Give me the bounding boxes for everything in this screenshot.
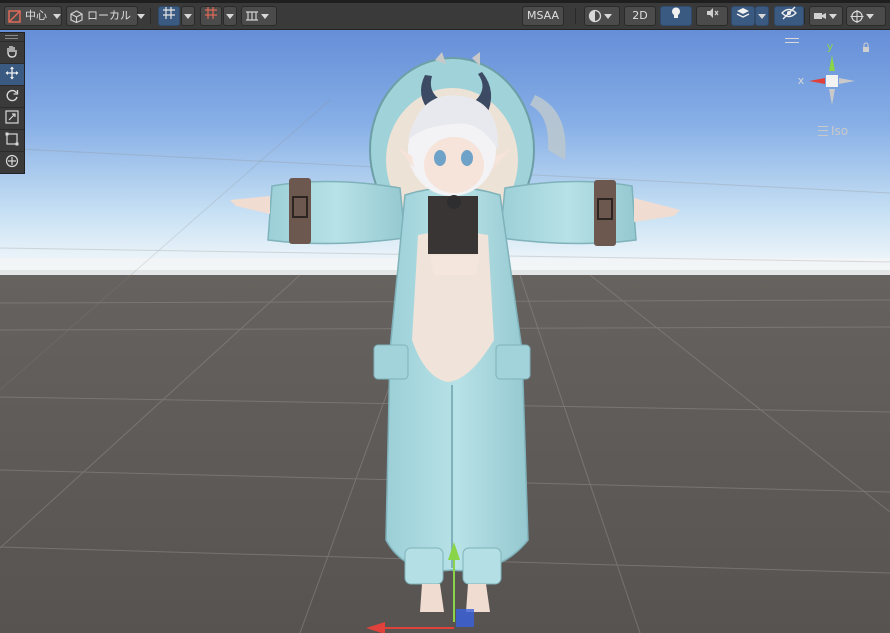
effects-toggle[interactable] bbox=[731, 6, 755, 26]
pivot-label: 中心 bbox=[25, 9, 47, 22]
move-tool-button[interactable] bbox=[0, 64, 24, 86]
gizmos-dropdown[interactable] bbox=[846, 6, 886, 26]
rect-tool-button[interactable] bbox=[0, 130, 24, 152]
shading-sphere-icon bbox=[588, 9, 602, 23]
rotate-tool-button[interactable] bbox=[0, 86, 24, 108]
chevron-down-icon bbox=[226, 13, 234, 19]
scene-toolbar: 中心 ローカル MSAA 2D bbox=[0, 0, 890, 30]
chevron-down-icon bbox=[866, 13, 874, 19]
x-axis-cone[interactable] bbox=[809, 78, 825, 84]
camera-icon bbox=[813, 9, 827, 23]
neg-y-axis-cone[interactable] bbox=[829, 89, 835, 105]
rotate-icon bbox=[5, 87, 19, 106]
gizmo-menu-icon[interactable] bbox=[785, 38, 799, 43]
chevron-down-icon bbox=[829, 13, 837, 19]
msaa-toggle[interactable]: MSAA bbox=[522, 6, 564, 26]
msaa-label: MSAA bbox=[526, 9, 560, 22]
projection-toggle[interactable]: Iso bbox=[818, 124, 848, 138]
overlay-grip[interactable] bbox=[0, 33, 24, 42]
grid-snap-menu[interactable] bbox=[181, 6, 195, 26]
grid-visibility-dropdown[interactable] bbox=[241, 6, 277, 26]
x-axis-label: x bbox=[798, 74, 805, 87]
grid-snap-toggle[interactable] bbox=[158, 6, 180, 26]
tools-overlay bbox=[0, 32, 25, 174]
transform-icon bbox=[5, 153, 19, 172]
snap-increment-menu[interactable] bbox=[223, 6, 237, 26]
2d-mode-toggle[interactable]: 2D bbox=[624, 6, 656, 26]
pivot-icon bbox=[8, 9, 21, 23]
grid-plane-icon bbox=[245, 9, 259, 23]
projection-label: Iso bbox=[831, 124, 849, 138]
pivot-dropdown[interactable]: 中心 bbox=[4, 6, 62, 26]
lighting-toggle[interactable] bbox=[660, 6, 692, 26]
grid-snap-icon bbox=[162, 6, 176, 26]
gizmo-globe-icon bbox=[850, 9, 864, 23]
gizmo-center-cube[interactable] bbox=[826, 75, 838, 87]
neg-x-axis-cone[interactable] bbox=[839, 78, 855, 84]
2d-label: 2D bbox=[632, 9, 648, 22]
chevron-down-icon bbox=[604, 13, 612, 19]
rect-transform-icon bbox=[5, 131, 19, 150]
y-axis-label: y bbox=[827, 40, 834, 53]
layers-icon bbox=[736, 6, 750, 26]
audio-toggle[interactable] bbox=[696, 6, 728, 26]
chevron-down-icon bbox=[137, 13, 145, 19]
scene-view[interactable] bbox=[0, 0, 890, 633]
scene-viewport[interactable]: 中心 ローカル MSAA 2D y x Iso bbox=[0, 0, 890, 633]
lightbulb-icon bbox=[669, 6, 683, 26]
transform-tool-button[interactable] bbox=[0, 152, 24, 173]
camera-settings-dropdown[interactable] bbox=[809, 6, 843, 26]
effects-menu[interactable] bbox=[755, 6, 769, 26]
cube-icon bbox=[70, 9, 83, 23]
chevron-down-icon bbox=[758, 13, 766, 19]
space-dropdown[interactable]: ローカル bbox=[66, 6, 145, 26]
hamburger-icon bbox=[818, 126, 828, 136]
hand-icon bbox=[5, 43, 19, 62]
chevron-down-icon bbox=[184, 13, 192, 19]
grid-icon bbox=[204, 6, 218, 26]
snap-increment-toggle[interactable] bbox=[200, 6, 222, 26]
scale-icon bbox=[5, 109, 19, 128]
lock-icon[interactable] bbox=[863, 42, 869, 52]
y-axis-cone[interactable] bbox=[829, 55, 835, 71]
scale-tool-button[interactable] bbox=[0, 108, 24, 130]
draw-mode-dropdown[interactable] bbox=[584, 6, 620, 26]
speaker-muted-icon bbox=[705, 6, 719, 26]
space-label: ローカル bbox=[87, 9, 131, 22]
chevron-down-icon bbox=[261, 13, 269, 19]
move-arrows-icon bbox=[5, 65, 19, 84]
eye-hidden-icon bbox=[781, 6, 797, 26]
scene-visibility-toggle[interactable] bbox=[774, 6, 804, 26]
chevron-down-icon bbox=[53, 13, 61, 19]
hand-tool-button[interactable] bbox=[0, 42, 24, 64]
